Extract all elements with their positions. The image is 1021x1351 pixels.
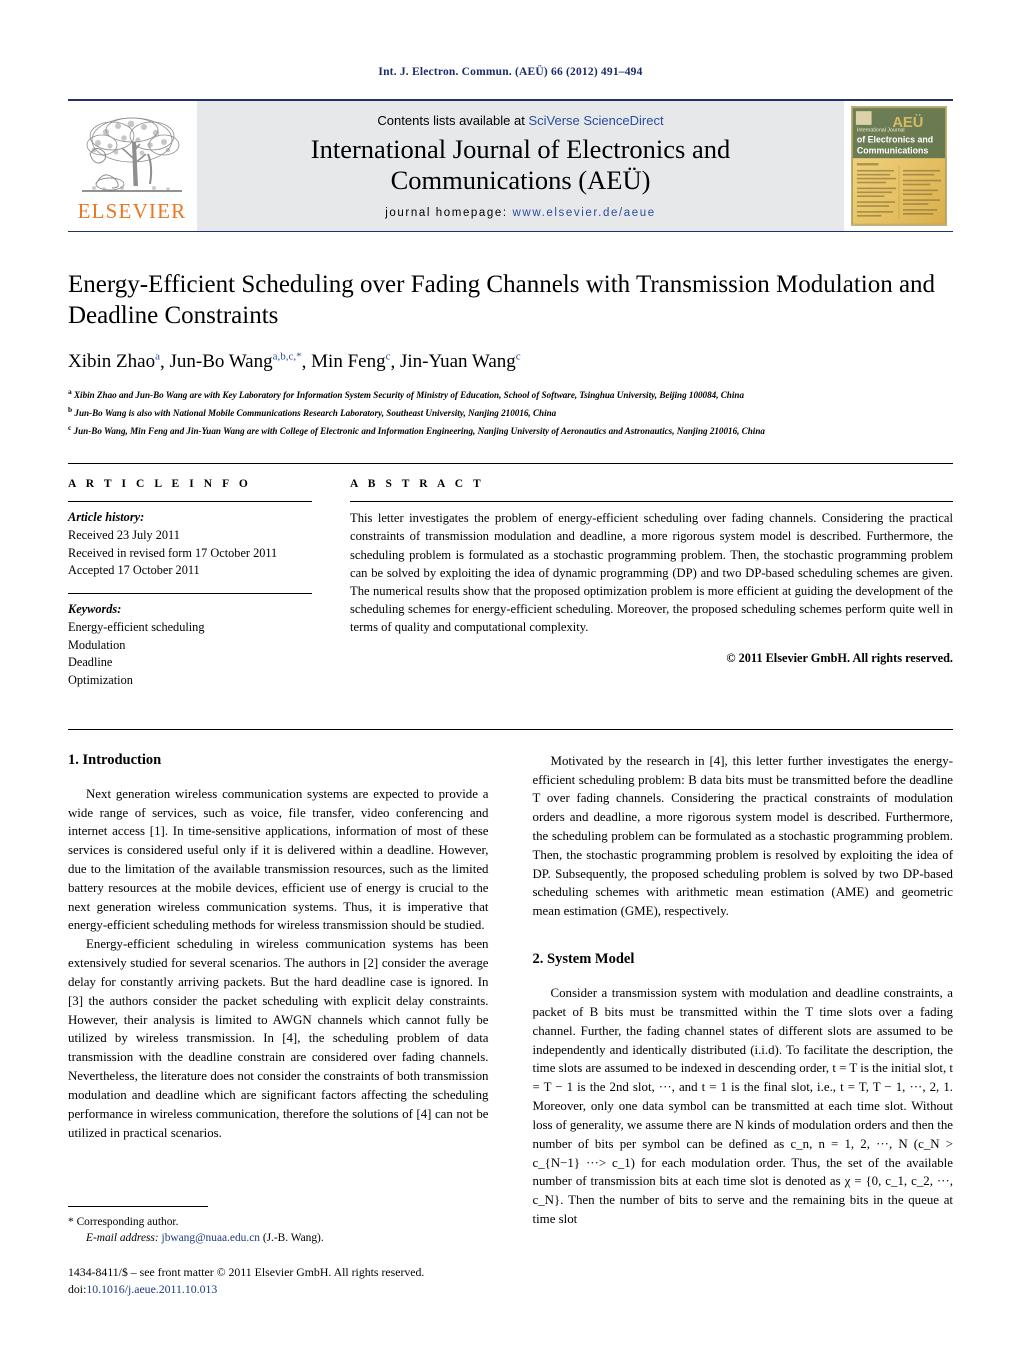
footnote-rule bbox=[68, 1206, 208, 1208]
history-item: Received in revised form 17 October 2011 bbox=[68, 545, 278, 560]
doi-line: doi:10.1016/j.aeue.2011.10.013 bbox=[68, 1281, 486, 1298]
journal-cover-thumbnail: AEÜ International Journal of Electronics… bbox=[845, 101, 953, 231]
corresponding-text: Corresponding author. bbox=[76, 1216, 179, 1229]
email-note: E-mail address: jbwang@nuaa.edu.cn (J.-B… bbox=[68, 1232, 486, 1244]
journal-title: International Journal of Electronics and… bbox=[310, 133, 731, 195]
contents-prefix: Contents lists available at bbox=[377, 112, 529, 128]
author-list: Xibin Zhaoa, Jun-Bo Wanga,b,c,*, Min Fen… bbox=[68, 351, 521, 373]
affiliation-text: Jun-Bo Wang is also with National Mobile… bbox=[74, 408, 557, 419]
journal-masthead: ELSEVIER Contents lists available at Sci… bbox=[68, 99, 953, 232]
doi-label: doi: bbox=[68, 1281, 87, 1296]
article-info-column: A R T I C L E I N F O Article history: R… bbox=[68, 464, 326, 702]
journal-homepage-line: journal homepage: www.elsevier.de/aeue bbox=[385, 207, 656, 219]
affiliation-text: Jun-Bo Wang, Min Feng and Jin-Yuan Wang … bbox=[73, 425, 765, 436]
corresponding-marker: * bbox=[68, 1216, 74, 1229]
article-info-rule bbox=[68, 501, 312, 503]
section-heading-introduction: 1. Introduction bbox=[68, 751, 162, 768]
affiliation-item: c Jun-Bo Wang, Min Feng and Jin-Yuan Wan… bbox=[68, 422, 953, 440]
affiliation-item: a Xibin Zhao and Jun-Bo Wang are with Ke… bbox=[68, 386, 953, 404]
author-item: Jun-Bo Wanga,b,c,* bbox=[169, 351, 301, 372]
sciencedirect-link[interactable]: SciVerse ScienceDirect bbox=[528, 113, 663, 128]
author-item: Xibin Zhaoa bbox=[68, 351, 160, 372]
paper-page: Int. J. Electron. Commun. (AEÜ) 66 (2012… bbox=[0, 0, 1021, 1351]
contents-available-line: Contents lists available at SciVerse Sci… bbox=[377, 113, 663, 128]
intro-paragraph-3: Motivated by the research in [4], this l… bbox=[532, 753, 954, 919]
svg-text:of Electronics and: of Electronics and bbox=[857, 135, 933, 145]
homepage-url-link[interactable]: www.elsevier.de/aeue bbox=[513, 207, 656, 219]
system-model-paragraph-1: Consider a transmission system with modu… bbox=[532, 986, 954, 1227]
page-title: Energy-Efficient Scheduling over Fading … bbox=[68, 271, 936, 329]
author-affiliation-mark: a,b,c,* bbox=[272, 351, 302, 363]
svg-text:Communications: Communications bbox=[857, 145, 928, 155]
author-name: Jin-Yuan Wang bbox=[399, 351, 516, 373]
body-column-right: Motivated by the research in [4], this l… bbox=[533, 752, 954, 1229]
intro-paragraph-1: Next generation wireless communication s… bbox=[68, 786, 489, 933]
affiliation-text: Xibin Zhao and Jun-Bo Wang are with Key … bbox=[73, 390, 744, 401]
affiliation-list: a Xibin Zhao and Jun-Bo Wang are with Ke… bbox=[68, 386, 953, 439]
doi-link[interactable]: 10.1016/j.aeue.2011.10.013 bbox=[86, 1282, 217, 1296]
keywords-rule bbox=[68, 593, 312, 595]
info-abstract-region: A R T I C L E I N F O Article history: R… bbox=[68, 463, 953, 702]
title-block: Energy-Efficient Scheduling over Fading … bbox=[68, 270, 953, 439]
author-affiliation-mark: c bbox=[385, 351, 391, 363]
elsevier-wordmark: ELSEVIER bbox=[77, 199, 187, 223]
running-head: Int. J. Electron. Commun. (AEÜ) 66 (2012… bbox=[378, 66, 643, 78]
keyword-item: Energy-efficient scheduling bbox=[68, 619, 205, 634]
history-item: Received 23 July 2011 bbox=[68, 528, 180, 543]
keyword-item: Deadline bbox=[68, 655, 113, 670]
frontmatter-block: 1434-8411/$ – see front matter © 2011 El… bbox=[68, 1264, 486, 1298]
email-link[interactable]: jbwang@nuaa.edu.cn bbox=[162, 1232, 260, 1244]
author-name: Min Feng bbox=[311, 351, 386, 373]
article-info-heading: A R T I C L E I N F O bbox=[68, 478, 252, 491]
article-history-label: Article history: bbox=[68, 510, 145, 525]
author-name: Jun-Bo Wang bbox=[169, 351, 273, 373]
svg-text:International Journal: International Journal bbox=[857, 128, 905, 134]
author-item: Min Fengc bbox=[311, 351, 390, 372]
author-name: Xibin Zhao bbox=[68, 351, 156, 373]
abstract-rule bbox=[350, 501, 953, 503]
homepage-label: journal homepage: bbox=[385, 207, 508, 220]
affiliation-mark: b bbox=[68, 405, 73, 414]
section-heading-system-model: 2. System Model bbox=[532, 951, 635, 968]
email-label: E-mail address: bbox=[86, 1231, 159, 1244]
affiliation-mark: a bbox=[68, 387, 72, 397]
elsevier-tree-icon bbox=[82, 117, 182, 192]
elsevier-logo: ELSEVIER bbox=[68, 101, 196, 231]
abstract-copyright: © 2011 Elsevier GmbH. All rights reserve… bbox=[726, 651, 953, 666]
journal-cover-image: AEÜ International Journal of Electronics… bbox=[851, 106, 947, 226]
footnote-area: * Corresponding author. E-mail address: … bbox=[68, 1206, 486, 1298]
abstract-text: This letter investigates the problem of … bbox=[350, 511, 953, 635]
abstract-column: A B S T R A C T This letter investigates… bbox=[326, 464, 953, 702]
article-history-group: Article history: Received 23 July 2011 R… bbox=[68, 509, 312, 580]
body-columns: 1. Introduction Next generation wireless… bbox=[68, 728, 954, 1229]
history-item: Accepted 17 October 2011 bbox=[68, 563, 200, 578]
author-affiliation-mark: a bbox=[155, 351, 160, 363]
affiliation-item: b Jun-Bo Wang is also with National Mobi… bbox=[68, 404, 953, 422]
frontmatter-line: 1434-8411/$ – see front matter © 2011 El… bbox=[68, 1264, 425, 1279]
corresponding-author-note: * Corresponding author. bbox=[68, 1214, 486, 1231]
masthead-center-panel: Contents lists available at SciVerse Sci… bbox=[196, 101, 845, 231]
keywords-label: Keywords: bbox=[68, 602, 122, 617]
keywords-group: Keywords: Energy-efficient scheduling Mo… bbox=[68, 601, 312, 690]
affiliation-mark: c bbox=[68, 422, 72, 432]
author-item: Jin-Yuan Wangc bbox=[400, 351, 521, 372]
abstract-heading: A B S T R A C T bbox=[350, 478, 485, 491]
body-column-left: 1. Introduction Next generation wireless… bbox=[68, 752, 489, 1229]
keyword-item: Modulation bbox=[68, 637, 126, 652]
keyword-item: Optimization bbox=[68, 672, 133, 687]
email-person: (J.-B. Wang). bbox=[262, 1231, 324, 1244]
author-affiliation-mark: c bbox=[515, 351, 521, 363]
intro-paragraph-2: Energy-efficient scheduling in wireless … bbox=[68, 937, 489, 1140]
